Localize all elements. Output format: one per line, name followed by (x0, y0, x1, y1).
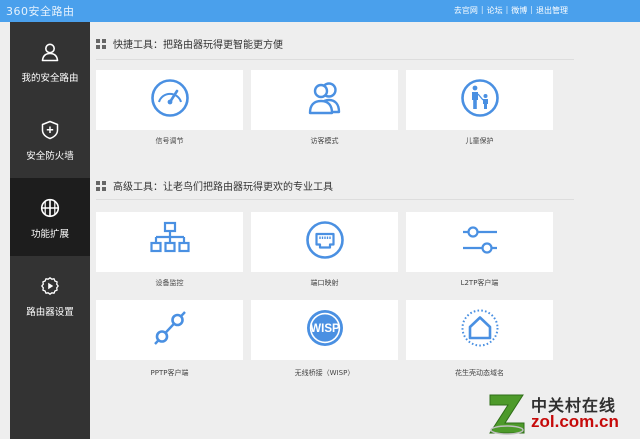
wisp-icon: WISP (306, 310, 343, 346)
link-separator: | (505, 5, 509, 14)
grid-circle-icon (40, 198, 60, 218)
grid-icon (96, 180, 106, 191)
card-label: 无线桥接（WISP） (294, 369, 355, 377)
card-label: 设备监控 (155, 279, 184, 287)
card-label: 访客模式 (310, 137, 339, 145)
port-mapping-card[interactable]: 端口映射 (251, 212, 398, 287)
top-links: 去官网 | 论坛 | 微博 | 退出管理 (454, 5, 568, 16)
card-label: 儿童保护 (465, 137, 494, 145)
network-tree-icon (149, 221, 190, 253)
forum-link[interactable]: 论坛 (487, 5, 503, 16)
card-label: 花生壳动态域名 (455, 369, 504, 377)
sidebar-item-router-settings[interactable]: 路由器设置 (10, 256, 90, 334)
l2tp-client-card[interactable]: L2TP客户端 (406, 212, 553, 287)
zol-watermark: 中关村在线 zol.com.cn (487, 388, 635, 438)
ddns-card[interactable]: 花生壳动态域名 (406, 300, 553, 377)
signal-adjust-card[interactable]: 信号调节 (96, 70, 243, 145)
sidebar-item-label: 安全防火墙 (26, 151, 74, 162)
house-dotted-icon (461, 309, 498, 347)
official-site-link[interactable]: 去官网 (454, 5, 478, 16)
child-protection-card[interactable]: 儿童保护 (406, 70, 553, 145)
device-monitor-card[interactable]: 设备监控 (96, 212, 243, 287)
pptp-client-card[interactable]: PPTP客户端 (96, 300, 243, 377)
zol-logo-icon (489, 394, 525, 435)
wisp-bridge-card[interactable]: WISP 无线桥接（WISP） (251, 300, 398, 377)
shield-icon (41, 120, 59, 140)
svg-text:WISP: WISP (310, 323, 340, 335)
card-label: PPTP客户端 (150, 369, 189, 377)
card-label: 端口映射 (310, 279, 339, 287)
guest-mode-card[interactable]: 访客模式 (251, 70, 398, 145)
brand-logo: 360安全路由 (6, 5, 75, 18)
card-label: 信号调节 (155, 137, 184, 145)
speedometer-icon (150, 79, 189, 117)
sidebar-item-my-router[interactable]: 我的安全路由 (10, 22, 90, 100)
ethernet-port-icon (305, 221, 344, 259)
advanced-tools-heading: 高级工具：让老鸟们把路由器玩得更欢的专业工具 (96, 178, 333, 193)
section-divider (96, 59, 574, 60)
top-bar: 360安全路由 去官网 | 论坛 | 微博 | 退出管理 (0, 0, 640, 22)
gear-play-icon (41, 277, 59, 295)
logout-link[interactable]: 退出管理 (536, 5, 568, 16)
watermark-en: zol.com.cn (531, 412, 619, 431)
quick-tools-title: 快捷工具：把路由器玩得更智能更方便 (113, 40, 283, 51)
user-icon (41, 43, 59, 62)
family-icon (460, 79, 499, 117)
link-separator: | (480, 5, 484, 14)
grid-icon (96, 38, 106, 49)
section-divider (96, 199, 574, 200)
card-label: L2TP客户端 (460, 279, 499, 287)
quick-tools-heading: 快捷工具：把路由器玩得更智能更方便 (96, 36, 283, 51)
chain-link-icon (153, 311, 186, 345)
sidebar: 我的安全路由 安全防火墙 功能扩展 路由器设置 (10, 22, 90, 439)
users-icon (308, 82, 340, 115)
sidebar-item-firewall[interactable]: 安全防火墙 (10, 100, 90, 178)
weibo-link[interactable]: 微博 (511, 5, 527, 16)
sidebar-item-label: 路由器设置 (26, 307, 74, 318)
sidebar-item-extensions[interactable]: 功能扩展 (10, 178, 90, 256)
link-separator: | (530, 5, 533, 14)
sidebar-item-label: 功能扩展 (30, 229, 69, 240)
sidebar-item-label: 我的安全路由 (21, 73, 79, 84)
sliders-icon (462, 226, 497, 254)
advanced-tools-title: 高级工具：让老鸟们把路由器玩得更欢的专业工具 (113, 182, 333, 193)
